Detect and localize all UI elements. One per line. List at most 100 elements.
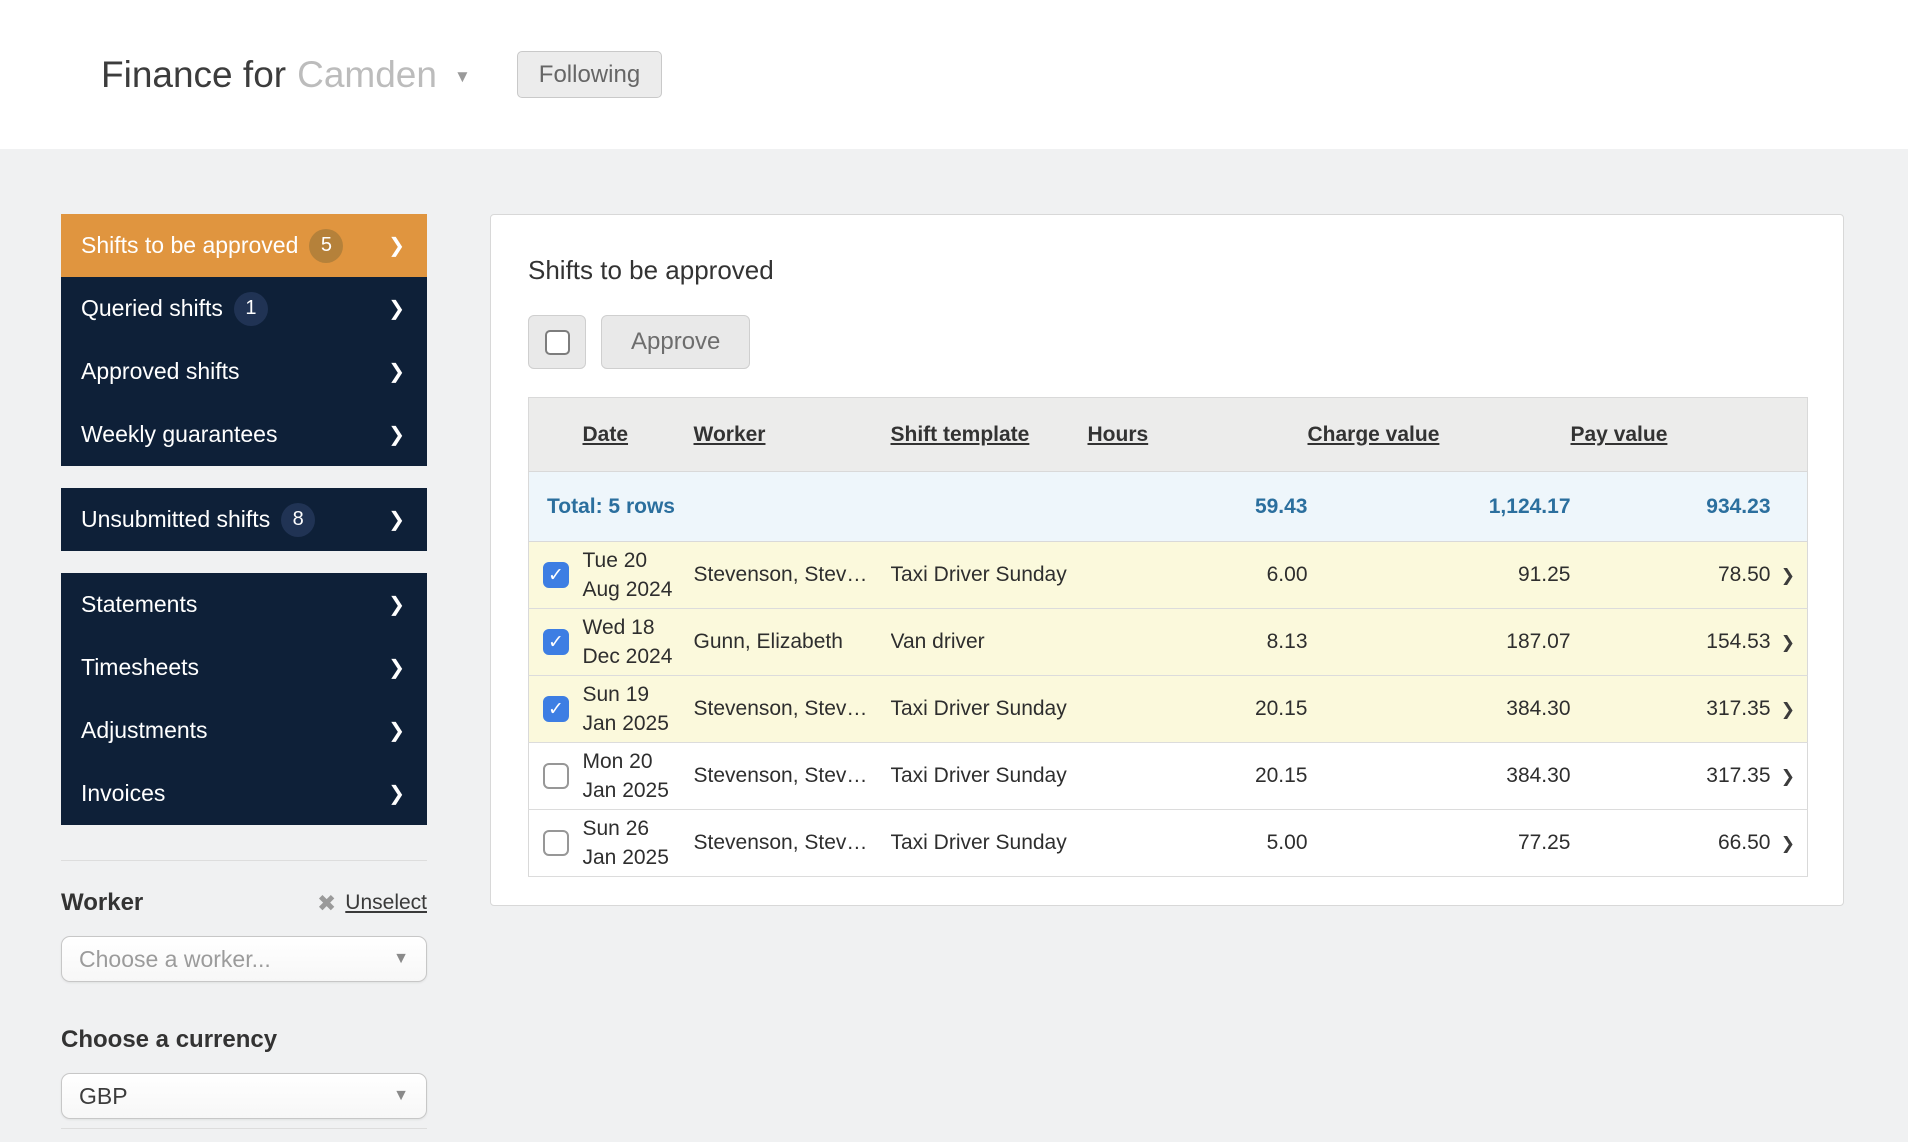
worker-filter-header: Worker ✖ Unselect (61, 889, 427, 917)
pay-value-cell: 154.53 (1570, 608, 1771, 676)
chevron-right-icon[interactable]: ❯ (1781, 566, 1795, 585)
hours-cell: 20.15 (1087, 675, 1308, 743)
page-title-primary: Finance for (101, 53, 287, 95)
count-badge: 5 (309, 228, 344, 263)
checkmark-icon: ✓ (548, 698, 564, 720)
following-button[interactable]: Following (516, 51, 663, 98)
caret-down-icon: ▼ (393, 950, 409, 967)
currency-select[interactable]: GBP ▼ (61, 1073, 427, 1119)
row-checkbox[interactable]: ✓ (543, 696, 569, 722)
table-row[interactable]: ✓ Mon 20 Jan 2025 Stevenson, Stev… Taxi … (528, 742, 1808, 810)
hours-cell: 6.00 (1087, 541, 1308, 609)
shift-template-cell: Taxi Driver Sunday (890, 742, 1088, 810)
sidebar-item-shifts-to-be-approved[interactable]: Shifts to be approved 5 ❯ (61, 214, 427, 277)
sidebar-group-finance: Statements ❯ Timesheets ❯ Adjustments ❯ … (61, 573, 427, 825)
close-icon: ✖ (317, 889, 337, 916)
row-checkbox[interactable]: ✓ (543, 763, 569, 789)
sidebar-item-statements[interactable]: Statements ❯ (61, 573, 427, 636)
sidebar-item-invoices[interactable]: Invoices ❯ (61, 762, 427, 825)
sidebar-item-label: Timesheets (81, 654, 200, 680)
sidebar-item-weekly-guarantees[interactable]: Weekly guarantees ❯ (61, 403, 427, 466)
hours-cell: 5.00 (1087, 809, 1308, 877)
pay-value-cell: 317.35 (1570, 675, 1771, 743)
header-arrow-spacer (1770, 397, 1808, 472)
chevron-right-icon: ❯ (388, 720, 405, 742)
page-title: Finance for Camden ▼ (101, 54, 471, 96)
table-controls: Approve (528, 315, 1806, 369)
column-header-worker[interactable]: Worker (693, 397, 891, 472)
pay-value-cell: 317.35 (1570, 742, 1771, 810)
unselect-control[interactable]: ✖ Unselect (317, 890, 427, 917)
count-badge: 8 (281, 502, 316, 537)
date-cell: Sun 26 Jan 2025 (582, 809, 694, 877)
sidebar-item-label: Queried shifts (81, 295, 223, 321)
title-caret-down-icon[interactable]: ▼ (454, 67, 471, 87)
sidebar-item-approved-shifts[interactable]: Approved shifts ❯ (61, 340, 427, 403)
top-header: Finance for Camden ▼ Following (0, 0, 1908, 149)
sidebar-item-label: Statements (81, 591, 198, 617)
total-label: Total: 5 rows (528, 471, 1088, 542)
chevron-right-icon: ❯ (388, 783, 405, 805)
worker-cell: Stevenson, Stev… (693, 809, 891, 877)
pay-value-cell: 66.50 (1570, 809, 1771, 877)
shift-template-cell: Taxi Driver Sunday (890, 809, 1088, 877)
date-cell: Wed 18 Dec 2024 (582, 608, 694, 676)
checkmark-icon: ✓ (548, 631, 564, 653)
chevron-right-icon: ❯ (388, 657, 405, 679)
chevron-right-icon: ❯ (388, 361, 405, 383)
shift-template-cell: Van driver (890, 608, 1088, 676)
charge-value-cell: 187.07 (1307, 608, 1571, 676)
column-header-hours[interactable]: Hours (1087, 397, 1308, 472)
select-all-button[interactable] (528, 315, 586, 369)
column-header-charge-value[interactable]: Charge value (1307, 397, 1571, 472)
table-row[interactable]: ✓ Tue 20 Aug 2024 Stevenson, Stev… Taxi … (528, 541, 1808, 609)
chevron-right-icon[interactable]: ❯ (1781, 834, 1795, 853)
count-badge: 1 (233, 291, 268, 326)
table-row[interactable]: ✓ Wed 18 Dec 2024 Gunn, Elizabeth Van dr… (528, 608, 1808, 676)
select-all-checkbox[interactable] (544, 329, 570, 355)
charge-value-cell: 384.30 (1307, 742, 1571, 810)
sidebar-item-unsubmitted-shifts[interactable]: Unsubmitted shifts 8 ❯ (61, 488, 427, 551)
sidebar-item-timesheets[interactable]: Timesheets ❯ (61, 636, 427, 699)
pay-value-cell: 78.50 (1570, 541, 1771, 609)
date-cell: Tue 20 Aug 2024 (582, 541, 694, 609)
row-checkbox[interactable]: ✓ (543, 562, 569, 588)
column-header-date[interactable]: Date (582, 397, 694, 472)
shifts-table: Date Worker Shift template Hours Charge … (528, 397, 1808, 877)
sidebar-item-label: Weekly guarantees (81, 421, 278, 447)
sidebar-item-label: Unsubmitted shifts (81, 506, 271, 532)
main-panel: Shifts to be approved Approve Date Worke… (490, 214, 1844, 906)
shift-template-cell: Taxi Driver Sunday (890, 675, 1088, 743)
approve-button[interactable]: Approve (601, 315, 751, 369)
sidebar-group-shifts: Shifts to be approved 5 ❯ Queried shifts… (61, 214, 427, 466)
date-cell: Mon 20 Jan 2025 (582, 742, 694, 810)
column-header-shift-template[interactable]: Shift template (890, 397, 1088, 472)
worker-cell: Stevenson, Stev… (693, 675, 891, 743)
column-header-pay-value[interactable]: Pay value (1570, 397, 1771, 472)
row-checkbox[interactable]: ✓ (543, 629, 569, 655)
charge-value-cell: 384.30 (1307, 675, 1571, 743)
sidebar-item-adjustments[interactable]: Adjustments ❯ (61, 699, 427, 762)
sidebar-bottom-divider (61, 1128, 427, 1129)
table-row[interactable]: ✓ Sun 19 Jan 2025 Stevenson, Stev… Taxi … (528, 675, 1808, 743)
chevron-right-icon[interactable]: ❯ (1781, 633, 1795, 652)
caret-down-icon: ▼ (393, 1087, 409, 1104)
sidebar-group-unsubmitted: Unsubmitted shifts 8 ❯ (61, 488, 427, 551)
worker-cell: Stevenson, Stev… (693, 541, 891, 609)
worker-select[interactable]: Choose a worker... ▼ (61, 936, 427, 982)
sidebar-item-label: Approved shifts (81, 358, 240, 384)
chevron-right-icon: ❯ (388, 509, 405, 531)
sidebar-divider (61, 860, 427, 861)
total-pay-value: 934.23 (1570, 471, 1771, 542)
currency-select-value: GBP (79, 1082, 128, 1109)
chevron-right-icon: ❯ (388, 235, 405, 257)
table-row[interactable]: ✓ Sun 26 Jan 2025 Stevenson, Stev… Taxi … (528, 809, 1808, 877)
sidebar-item-label: Adjustments (81, 717, 208, 743)
chevron-right-icon[interactable]: ❯ (1781, 767, 1795, 786)
chevron-right-icon: ❯ (388, 424, 405, 446)
checkmark-icon: ✓ (548, 564, 564, 586)
sidebar-item-queried-shifts[interactable]: Queried shifts 1 ❯ (61, 277, 427, 340)
page-title-secondary: Camden (297, 53, 437, 95)
row-checkbox[interactable]: ✓ (543, 830, 569, 856)
chevron-right-icon[interactable]: ❯ (1781, 700, 1795, 719)
